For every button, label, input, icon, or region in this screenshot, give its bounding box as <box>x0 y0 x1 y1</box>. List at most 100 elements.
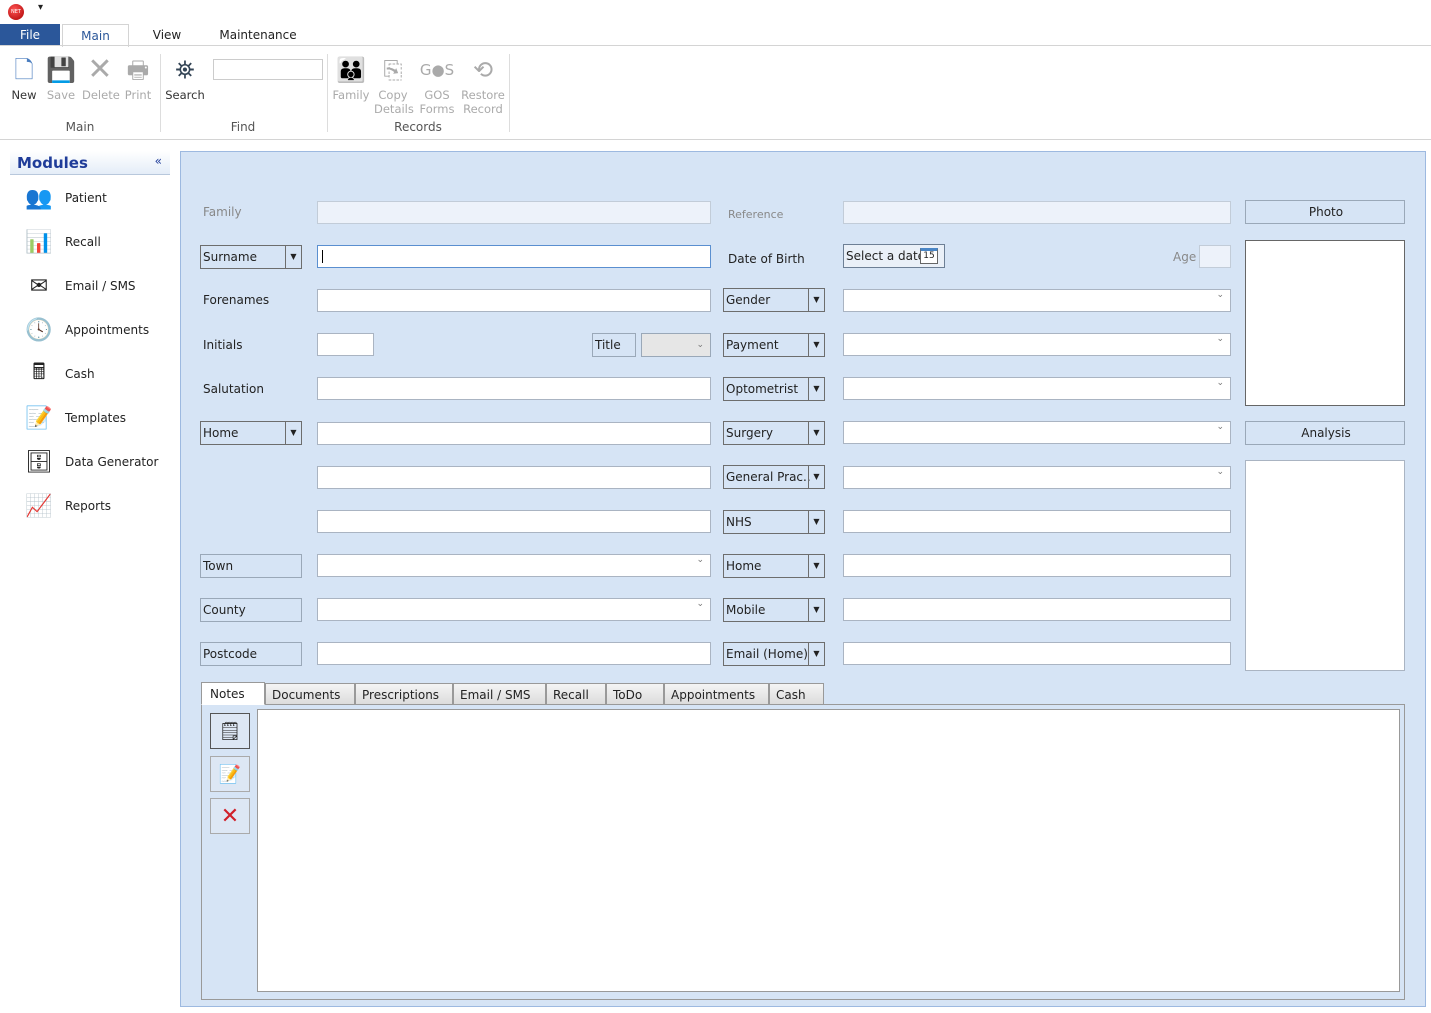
group-main-label: Main <box>65 120 95 134</box>
dob-date-picker[interactable]: Select a date 15 <box>843 244 945 268</box>
dropdown-arrow-icon[interactable]: ▼ <box>808 643 824 665</box>
tab-recall[interactable]: Recall <box>546 683 606 705</box>
restore-label-2: Record <box>463 102 503 116</box>
analysis-button[interactable]: Analysis <box>1245 421 1405 445</box>
module-recall[interactable]: 📊 Recall <box>22 224 101 260</box>
save-button[interactable]: 💾 Save <box>46 54 76 102</box>
edit-note-button[interactable]: 📝 <box>210 756 250 792</box>
tab-notes[interactable]: Notes <box>201 682 265 705</box>
chevron-down-icon: ⌄ <box>696 340 704 350</box>
collapse-button[interactable]: « <box>155 154 162 168</box>
forenames-input[interactable] <box>317 289 711 312</box>
postcode-input[interactable] <box>317 642 711 665</box>
app-logo[interactable]: NET <box>8 4 24 20</box>
photo-button[interactable]: Photo <box>1245 200 1405 224</box>
new-label: New <box>11 88 37 102</box>
mobile-combo[interactable]: Mobile ▼ <box>723 598 825 622</box>
calendar-icon[interactable]: 15 <box>920 248 938 264</box>
tab-maintenance[interactable]: Maintenance <box>212 24 304 46</box>
tab-main[interactable]: Main <box>62 24 129 47</box>
dropdown-arrow-icon[interactable]: ▼ <box>808 466 824 488</box>
salutation-input[interactable] <box>317 377 711 400</box>
address-type-combo[interactable]: Home ▼ <box>200 421 302 445</box>
quick-access-dropdown-icon[interactable]: ▾ <box>38 2 43 13</box>
group-records-label: Records <box>394 120 442 134</box>
gender-select[interactable]: ⌄ <box>843 289 1231 312</box>
module-data-generator[interactable]: 🗄 Data Generator <box>22 444 158 480</box>
phone-home-combo[interactable]: Home ▼ <box>723 554 825 578</box>
combo-label: Gender <box>726 293 771 307</box>
module-email-sms[interactable]: ✉ Email / SMS <box>22 268 136 304</box>
surgery-select[interactable]: ⌄ <box>843 421 1231 444</box>
dropdown-arrow-icon[interactable]: ▼ <box>285 422 301 444</box>
separator <box>327 54 328 132</box>
family-field <box>317 201 711 224</box>
new-note-button[interactable]: 🗒 <box>210 713 250 749</box>
dropdown-arrow-icon[interactable]: ▼ <box>808 378 824 400</box>
delete-button[interactable]: ✕ Delete <box>82 54 120 103</box>
chevron-down-icon: ⌄ <box>1216 290 1224 300</box>
address-line-2-input[interactable] <box>317 466 711 489</box>
dropdown-arrow-icon[interactable]: ▼ <box>808 599 824 621</box>
email-input[interactable] <box>843 642 1231 665</box>
town-select[interactable]: ⌄ <box>317 554 711 577</box>
combo-label: NHS <box>726 515 752 529</box>
tab-cash[interactable]: Cash <box>769 683 824 705</box>
module-label: Appointments <box>65 323 150 337</box>
dropdown-arrow-icon[interactable]: ▼ <box>808 289 824 311</box>
surgery-combo[interactable]: Surgery ▼ <box>723 421 825 445</box>
gender-combo[interactable]: Gender ▼ <box>723 288 825 312</box>
mobile-input[interactable] <box>843 598 1231 621</box>
tab-documents[interactable]: Documents <box>265 683 355 705</box>
county-select[interactable]: ⌄ <box>317 598 711 621</box>
optometrist-select[interactable]: ⌄ <box>843 377 1231 400</box>
optometrist-combo[interactable]: Optometrist ▼ <box>723 377 825 401</box>
tab-email-sms[interactable]: Email / SMS <box>453 683 546 705</box>
name-type-combo[interactable]: Surname ▼ <box>200 245 302 269</box>
surname-input[interactable] <box>317 245 711 268</box>
copy-details-button[interactable]: ⎘ Copy Details <box>374 54 414 116</box>
nhs-combo[interactable]: NHS ▼ <box>723 510 825 534</box>
address-line-1-input[interactable] <box>317 422 711 445</box>
gp-select[interactable]: ⌄ <box>843 466 1231 489</box>
restore-label-1: Restore <box>461 88 505 102</box>
title-select[interactable]: ⌄ <box>641 333 711 357</box>
module-label: Templates <box>65 411 127 425</box>
initials-input[interactable] <box>317 333 374 356</box>
gp-combo[interactable]: General Prac.. ▼ <box>723 465 825 489</box>
tab-view[interactable]: View <box>140 24 194 46</box>
payment-select[interactable]: ⌄ <box>843 333 1231 356</box>
new-button[interactable]: 🗋 New <box>8 54 40 102</box>
module-appointments[interactable]: 🕓 Appointments <box>22 312 149 348</box>
module-patient[interactable]: 👥 Patient <box>22 180 107 216</box>
notes-list[interactable] <box>257 709 1400 992</box>
address-line-3-input[interactable] <box>317 510 711 533</box>
module-reports[interactable]: 📈 Reports <box>22 488 111 524</box>
dropdown-arrow-icon[interactable]: ▼ <box>808 555 824 577</box>
find-input[interactable] <box>213 59 323 80</box>
restore-record-button[interactable]: ⟲ Restore Record <box>461 54 505 116</box>
print-button[interactable]: 🖶 Print <box>122 54 154 102</box>
restore-icon: ⟲ <box>472 56 494 84</box>
dropdown-arrow-icon[interactable]: ▼ <box>808 334 824 356</box>
family-button[interactable]: 👪 Family <box>332 54 370 102</box>
dropdown-arrow-icon[interactable]: ▼ <box>808 511 824 533</box>
payment-combo[interactable]: Payment ▼ <box>723 333 825 357</box>
dropdown-arrow-icon[interactable]: ▼ <box>808 422 824 444</box>
modules-header: Modules « <box>10 151 170 175</box>
search-button[interactable]: ⛯ Search <box>164 54 206 102</box>
module-cash[interactable]: 🖩 Cash <box>22 356 94 392</box>
module-templates[interactable]: 📝 Templates <box>22 400 126 436</box>
email-combo[interactable]: Email (Home) ▼ <box>723 642 825 666</box>
nhs-input[interactable] <box>843 510 1231 533</box>
gos-forms-button[interactable]: G●S GOS Forms <box>418 54 456 117</box>
phone-home-input[interactable] <box>843 554 1231 577</box>
delete-note-button[interactable]: ✕ <box>210 798 250 834</box>
combo-label: Home <box>726 559 762 573</box>
reference-label: Reference <box>728 208 784 221</box>
tab-prescriptions[interactable]: Prescriptions <box>355 683 453 705</box>
dropdown-arrow-icon[interactable]: ▼ <box>285 246 301 268</box>
tab-appointments[interactable]: Appointments <box>664 683 769 705</box>
tab-todo[interactable]: ToDo <box>606 683 664 705</box>
tab-file[interactable]: File <box>0 24 60 46</box>
